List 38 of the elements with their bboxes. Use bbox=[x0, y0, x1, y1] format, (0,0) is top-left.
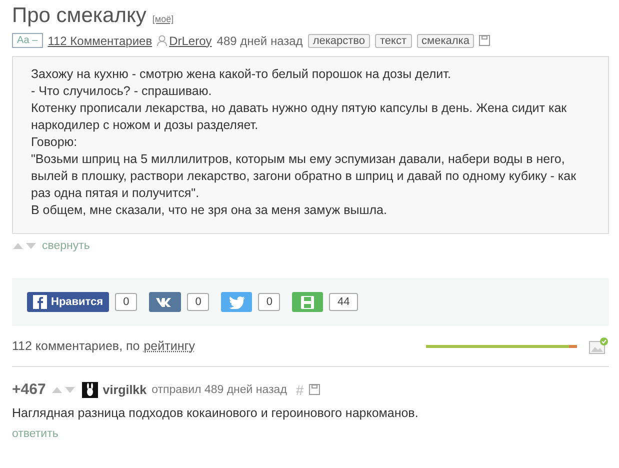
share-count: 0 bbox=[258, 293, 280, 311]
post-paragraph: Говорю: bbox=[31, 134, 78, 151]
share-button[interactable] bbox=[292, 292, 324, 312]
comment-author[interactable]: virgilkk bbox=[102, 382, 147, 396]
tag[interactable]: лекарство bbox=[308, 34, 370, 48]
facebook-icon bbox=[33, 295, 47, 309]
save-icon[interactable] bbox=[308, 384, 320, 395]
comment-text: Наглядная разница подходов кокаинового и героинового наркоманов. bbox=[12, 406, 420, 420]
save-icon bbox=[301, 296, 314, 308]
tag[interactable]: смекалка bbox=[416, 34, 474, 48]
avatar-icon bbox=[82, 382, 98, 398]
share-count: 44 bbox=[329, 293, 358, 311]
comments-link[interactable]: 112 Комментариев bbox=[48, 34, 152, 48]
post-paragraph: "Возьми шприц на 5 миллилитров, которым мы ему эспумизан давали, набери воды в него, вылей в плошку, раствори лекарство, загони обратно в шприц и давай по одному кубику - как раз одна пятая и получится". bbox=[31, 151, 578, 202]
post-paragraph: - Что случилось? - спрашиваю. bbox=[31, 83, 213, 100]
comment-meta: отправил 489 дней назад bbox=[152, 384, 287, 396]
user-icon bbox=[157, 35, 168, 46]
tag[interactable]: текст bbox=[375, 34, 412, 48]
post-paragraph: В общем, мне сказали, что не зря она за меня замуж вышла. bbox=[31, 202, 388, 219]
share-count: 0 bbox=[187, 293, 210, 311]
share-count: 0 bbox=[115, 293, 138, 311]
bird-icon bbox=[228, 296, 245, 308]
mine-tag-link[interactable]: [моё] bbox=[152, 14, 174, 24]
share-button[interactable] bbox=[149, 292, 182, 312]
post-time: 489 дней назад bbox=[216, 34, 303, 48]
post-paragraph: Захожу на кухню - смотрю жена какой-то белый порошок на дозы делит. bbox=[31, 66, 452, 83]
post-paragraph: Котенку прописали лекарства, но давать нужно одну пятую капсулы в день. Жена сидит как наркодилер с ножом и дозы разделяет. bbox=[31, 100, 568, 134]
comments-count: 112 комментариев, по bbox=[12, 339, 140, 353]
share-button[interactable] bbox=[221, 292, 252, 312]
save-icon[interactable] bbox=[479, 35, 490, 46]
author-link[interactable]: DrLeroy bbox=[169, 34, 212, 48]
share-button[interactable]: Нравится bbox=[27, 292, 110, 312]
vote-arrows-icon[interactable] bbox=[50, 386, 77, 394]
vote-arrows-icon[interactable] bbox=[12, 242, 38, 250]
image-toggle-icon[interactable] bbox=[589, 337, 609, 355]
comment-rating: +467 bbox=[12, 381, 46, 398]
sort-link[interactable]: рейтингу bbox=[144, 339, 196, 353]
post-title: Про смекалку bbox=[12, 4, 146, 28]
